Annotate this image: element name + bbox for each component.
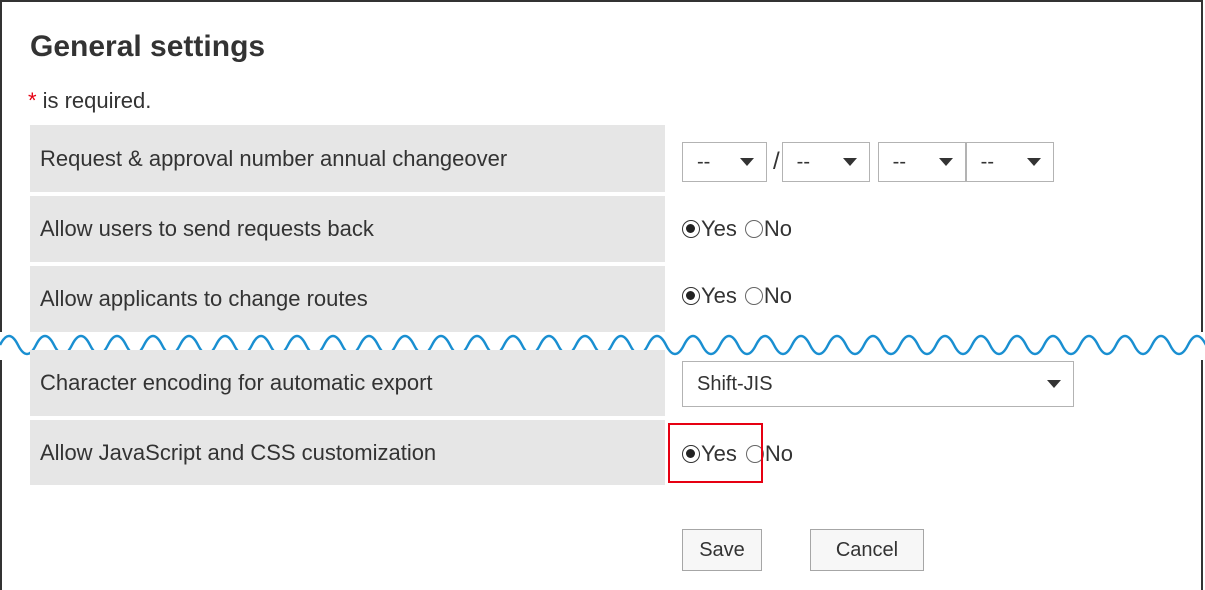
label-encoding: Character encoding for automatic export bbox=[30, 350, 665, 416]
label-annual-changeover-text: Request & approval number annual changeo… bbox=[40, 145, 508, 171]
annual-changeover-controls: -- / -- -- -- bbox=[682, 138, 1054, 186]
chevron-down-icon bbox=[1047, 380, 1061, 388]
change-routes-options: Yes No bbox=[682, 279, 792, 313]
label-change-routes-text: Allow applicants to change routes bbox=[40, 286, 368, 311]
hour-select-value: -- bbox=[892, 150, 906, 173]
day-select-value: -- bbox=[796, 150, 810, 173]
day-select[interactable]: -- bbox=[781, 142, 870, 182]
send-back-yes-radio[interactable] bbox=[682, 220, 700, 238]
minute-select[interactable]: -- bbox=[965, 142, 1054, 182]
label-js-css-text: Allow JavaScript and CSS customization bbox=[40, 439, 437, 465]
required-text: is required. bbox=[42, 88, 152, 113]
label-js-css: Allow JavaScript and CSS customization bbox=[30, 420, 665, 485]
change-routes-no-radio[interactable] bbox=[744, 287, 763, 305]
date-separator: / bbox=[773, 148, 780, 175]
label-annual-changeover: Request & approval number annual changeo… bbox=[30, 125, 665, 192]
send-back-no-label[interactable]: No bbox=[764, 216, 792, 242]
js-css-no-label[interactable]: No bbox=[765, 441, 793, 467]
label-send-back-text: Allow users to send requests back bbox=[40, 216, 374, 241]
cancel-button[interactable]: Cancel bbox=[810, 529, 924, 571]
send-back-yes-label[interactable]: Yes bbox=[701, 216, 737, 242]
change-routes-yes-radio[interactable] bbox=[682, 287, 700, 305]
send-back-no-radio[interactable] bbox=[744, 220, 763, 238]
minute-select-value: -- bbox=[980, 150, 994, 173]
change-routes-yes-label[interactable]: Yes bbox=[701, 283, 737, 309]
page-title: General settings bbox=[30, 30, 266, 63]
label-send-back: Allow users to send requests back bbox=[30, 196, 665, 262]
change-routes-no-label[interactable]: No bbox=[764, 283, 792, 309]
send-back-options: Yes No bbox=[682, 212, 792, 246]
encoding-select-value: Shift-JIS bbox=[697, 372, 773, 395]
chevron-down-icon bbox=[842, 158, 857, 166]
chevron-down-icon bbox=[1026, 158, 1041, 166]
save-button[interactable]: Save bbox=[682, 529, 762, 571]
chevron-down-icon bbox=[938, 158, 953, 166]
highlight-box bbox=[668, 423, 763, 483]
required-star: * bbox=[28, 88, 37, 113]
required-note: * is required. bbox=[28, 88, 151, 114]
month-select[interactable]: -- bbox=[682, 142, 767, 182]
month-select-value: -- bbox=[697, 150, 711, 173]
label-encoding-text: Character encoding for automatic export bbox=[40, 370, 433, 395]
encoding-control: Shift-JIS bbox=[682, 361, 1074, 407]
hour-select[interactable]: -- bbox=[877, 142, 966, 182]
chevron-down-icon bbox=[740, 158, 754, 166]
encoding-select[interactable]: Shift-JIS bbox=[682, 361, 1074, 407]
